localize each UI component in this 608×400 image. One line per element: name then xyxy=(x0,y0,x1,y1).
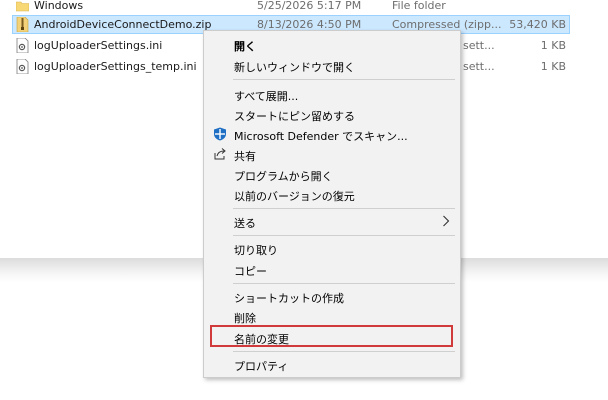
menu-item-cut[interactable]: 切り取り xyxy=(204,238,460,258)
menu-item-label: 削除 xyxy=(234,312,256,325)
chevron-right-icon xyxy=(443,215,450,227)
menu-separator xyxy=(233,283,455,284)
menu-item-copy[interactable]: コピー xyxy=(204,259,460,279)
menu-item-send-to[interactable]: 送る xyxy=(204,211,460,231)
menu-item-label: 送る xyxy=(234,217,256,230)
menu-item-share[interactable]: 共有 xyxy=(204,144,460,164)
menu-separator xyxy=(233,79,455,80)
menu-item-delete[interactable]: 削除 xyxy=(204,306,460,326)
menu-item-label: 新しいウィンドウで開く xyxy=(234,61,355,74)
menu-separator xyxy=(233,208,455,209)
folder-icon xyxy=(16,1,29,12)
file-type: sett... xyxy=(463,60,495,73)
menu-item-label: コピー xyxy=(234,265,267,278)
menu-item-label: 以前のバージョンの復元 xyxy=(234,190,355,203)
file-name: logUploaderSettings.ini xyxy=(34,39,163,52)
file-type: File folder xyxy=(392,0,446,12)
menu-item-open-with[interactable]: プログラムから開く xyxy=(204,164,460,184)
zip-file-icon xyxy=(16,17,29,32)
menu-item-label: プログラムから開く xyxy=(234,170,333,183)
menu-item-label: ショートカットの作成 xyxy=(234,292,344,305)
file-name: AndroidDeviceConnectDemo.zip xyxy=(34,18,212,31)
menu-item-open[interactable]: 開く xyxy=(204,34,460,54)
menu-item-label: Microsoft Defender でスキャン... xyxy=(234,130,408,143)
menu-item-label: 共有 xyxy=(234,150,256,163)
menu-item-defender-scan[interactable]: Microsoft Defender でスキャン... xyxy=(204,124,460,144)
menu-item-restore-previous-versions[interactable]: 以前のバージョンの復元 xyxy=(204,184,460,204)
share-icon xyxy=(214,148,226,160)
menu-separator xyxy=(233,235,455,236)
context-menu: 開く 新しいウィンドウで開く すべて展開... スタートにピン留めする Micr… xyxy=(203,30,461,378)
menu-item-properties[interactable]: プロパティ xyxy=(204,354,460,374)
defender-shield-icon xyxy=(214,127,226,141)
menu-item-pin-to-start[interactable]: スタートにピン留めする xyxy=(204,104,460,124)
settings-file-icon xyxy=(16,38,29,53)
menu-item-open-new-window[interactable]: 新しいウィンドウで開く xyxy=(204,55,460,75)
file-date: 5/25/2026 5:17 PM xyxy=(257,0,362,12)
file-row-windows[interactable]: Windows 5/25/2026 5:17 PM File folder xyxy=(0,0,608,15)
file-size: 1 KB xyxy=(540,60,566,73)
file-size: 53,420 KB xyxy=(509,18,566,31)
menu-item-label: 開く xyxy=(234,40,256,53)
menu-item-label: スタートにピン留めする xyxy=(234,110,355,123)
menu-item-label: すべて展開... xyxy=(234,90,299,103)
menu-separator xyxy=(233,351,455,352)
rename-highlight-box xyxy=(210,325,453,347)
menu-item-label: 切り取り xyxy=(234,244,278,257)
file-name: Windows xyxy=(34,0,84,12)
menu-item-label: プロパティ xyxy=(234,360,289,373)
file-name: logUploaderSettings_temp.ini xyxy=(34,60,197,73)
menu-item-create-shortcut[interactable]: ショートカットの作成 xyxy=(204,286,460,306)
menu-item-extract-all[interactable]: すべて展開... xyxy=(204,84,460,104)
file-size: 1 KB xyxy=(540,39,566,52)
settings-file-icon xyxy=(16,59,29,74)
file-type: sett... xyxy=(463,39,495,52)
